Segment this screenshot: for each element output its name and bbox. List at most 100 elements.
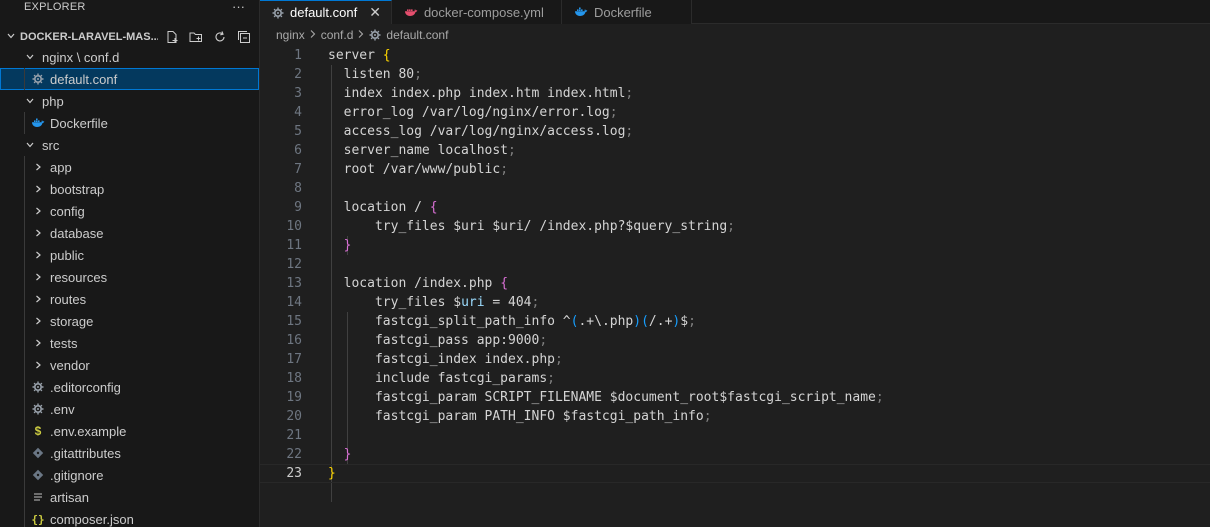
chevron-down-icon[interactable] [0, 31, 20, 44]
breadcrumb-item[interactable]: default.conf [386, 28, 448, 42]
folder-item[interactable]: src [0, 134, 259, 156]
chevron-right-icon [30, 316, 46, 326]
chevron-right-icon [30, 294, 46, 304]
line-number: 14 [286, 295, 302, 310]
code-line[interactable]: 12 [260, 255, 1210, 274]
explorer-header: EXPLORER ··· [0, 0, 259, 14]
folder-item[interactable]: nginx \ conf.d [0, 46, 259, 68]
folder-item[interactable]: public [0, 244, 259, 266]
line-number: 9 [294, 200, 302, 215]
tree-item-label: Dockerfile [50, 115, 108, 131]
chevron-down-icon [22, 52, 38, 62]
folder-item[interactable]: config [0, 200, 259, 222]
file-item[interactable]: .gitignore [0, 464, 259, 486]
code-line[interactable]: 3 index index.php index.htm index.html; [260, 84, 1210, 103]
line-number: 2 [294, 67, 302, 82]
chevron-right-icon [30, 228, 46, 238]
code-line[interactable]: 20 fastcgi_param PATH_INFO $fastcgi_path… [260, 407, 1210, 426]
folder-item[interactable]: database [0, 222, 259, 244]
tree-indent-guide [24, 508, 25, 527]
code-line[interactable]: 5 access_log /var/log/nginx/access.log; [260, 122, 1210, 141]
new-folder-icon[interactable] [188, 29, 204, 45]
tree-indent-guide [24, 244, 25, 266]
project-header[interactable]: DOCKER-LARAVEL-MAS... [0, 26, 259, 48]
code-text: fastcgi_pass app:9000; [328, 333, 548, 348]
file-item[interactable]: {} composer.json [0, 508, 259, 527]
code-line[interactable]: 15 fastcgi_split_path_info ^(.+\.php)(/.… [260, 312, 1210, 331]
tree-indent-guide [24, 464, 25, 486]
file-item[interactable]: .env [0, 398, 259, 420]
breadcrumb-item[interactable]: conf.d [321, 28, 354, 42]
code-line[interactable]: 19 fastcgi_param SCRIPT_FILENAME $docume… [260, 388, 1210, 407]
code-line[interactable]: 4 error_log /var/log/nginx/error.log; [260, 103, 1210, 122]
code-line[interactable]: 23} [260, 464, 1210, 483]
file-item[interactable]: .gitattributes [0, 442, 259, 464]
file-item[interactable]: default.conf [0, 68, 259, 90]
chevron-right-icon [30, 250, 46, 260]
code-line[interactable]: 22 } [260, 445, 1210, 464]
tree-item-label: .env [50, 401, 75, 417]
folder-item[interactable]: vendor [0, 354, 259, 376]
code-line[interactable]: 13 location /index.php { [260, 274, 1210, 293]
tree-item-label: app [50, 159, 72, 175]
folder-item[interactable]: tests [0, 332, 259, 354]
project-name: DOCKER-LARAVEL-MAS... [20, 31, 158, 43]
code-line[interactable]: 21 [260, 426, 1210, 445]
line-number: 3 [294, 86, 302, 101]
code-line[interactable]: 9 location / { [260, 198, 1210, 217]
code-line[interactable]: 11 } [260, 236, 1210, 255]
new-file-icon[interactable] [164, 29, 180, 45]
tree-indent-guide [24, 266, 25, 288]
tab-default-conf[interactable]: default.conf ✕ [260, 0, 392, 24]
line-number: 19 [286, 390, 302, 405]
code-line[interactable]: 16 fastcgi_pass app:9000; [260, 331, 1210, 350]
braces-icon: {} [31, 512, 45, 526]
folder-item[interactable]: bootstrap [0, 178, 259, 200]
file-item[interactable]: Dockerfile [0, 112, 259, 134]
code-text: include fastcgi_params; [328, 371, 555, 386]
code-line[interactable]: 18 include fastcgi_params; [260, 369, 1210, 388]
chevron-right-icon [30, 184, 46, 194]
tree-item-label: default.conf [50, 71, 118, 87]
line-number: 4 [294, 105, 302, 120]
code-line[interactable]: 14 try_files $uri = 404; [260, 293, 1210, 312]
code-text: try_files $uri = 404; [328, 295, 540, 310]
tree-indent-guide [24, 288, 25, 310]
collapse-all-icon[interactable] [236, 29, 252, 45]
file-item[interactable]: .editorconfig [0, 376, 259, 398]
code-line[interactable]: 7 root /var/www/public; [260, 160, 1210, 179]
folder-item[interactable]: php [0, 90, 259, 112]
line-number: 8 [294, 181, 302, 196]
code-text: fastcgi_param PATH_INFO $fastcgi_path_in… [328, 409, 712, 424]
code-line[interactable]: 1 server { [260, 46, 1210, 65]
chevron-right-icon [309, 29, 317, 42]
breadcrumb-item[interactable]: nginx [276, 28, 305, 42]
code-line[interactable]: 8 [260, 179, 1210, 198]
tree-indent-guide [24, 376, 25, 398]
code-text: server { [328, 48, 391, 63]
code-line[interactable]: 10 try_files $uri $uri/ /index.php?$quer… [260, 217, 1210, 236]
chevron-down-icon [22, 140, 38, 150]
code-line[interactable]: 17 fastcgi_index index.php; [260, 350, 1210, 369]
code-line[interactable]: 6 server_name localhost; [260, 141, 1210, 160]
gear-icon [30, 379, 46, 395]
folder-item[interactable]: storage [0, 310, 259, 332]
close-icon[interactable]: ✕ [369, 4, 381, 21]
code-line[interactable]: 2 listen 80; [260, 65, 1210, 84]
refresh-icon[interactable] [212, 29, 228, 45]
file-item[interactable]: artisan [0, 486, 259, 508]
code-text: fastcgi_param SCRIPT_FILENAME $document_… [328, 390, 884, 405]
line-number: 13 [286, 276, 302, 291]
tab-docker-compose-yml[interactable]: docker-compose.yml [391, 0, 562, 24]
folder-item[interactable]: routes [0, 288, 259, 310]
folder-item[interactable]: resources [0, 266, 259, 288]
file-item[interactable]: $ .env.example [0, 420, 259, 442]
explorer-title: EXPLORER [24, 1, 86, 13]
folder-item[interactable]: app [0, 156, 259, 178]
chevron-right-icon [30, 162, 46, 172]
tree-indent-guide [24, 200, 25, 222]
more-actions-icon[interactable]: ··· [232, 0, 245, 13]
tree-indent-guide [24, 354, 25, 376]
code-editor[interactable]: 1 server {2 listen 80; 3 index index.php i… [260, 46, 1210, 502]
tab-dockerfile[interactable]: Dockerfile [561, 0, 692, 24]
